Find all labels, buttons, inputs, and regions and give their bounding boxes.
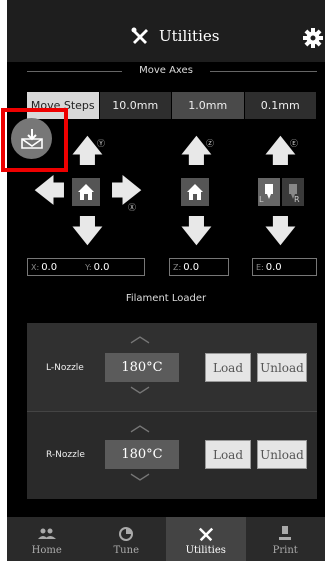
y-axis-label: Y: xyxy=(85,262,92,272)
e-readout: E: 0.0 xyxy=(252,258,317,276)
tab-home-label: Home xyxy=(31,545,62,556)
app-screen: Utilities Move Axes Move Steps 10.0mm 1.… xyxy=(7,0,325,561)
y-axis-marker: Ⓨ xyxy=(97,139,105,148)
r-unload-button[interactable]: Unload xyxy=(257,440,307,469)
tools-icon xyxy=(198,526,214,542)
extruder-right-label: R xyxy=(294,195,300,204)
tab-utilities[interactable]: Utilities xyxy=(166,517,246,561)
x-axis-label: X: xyxy=(31,262,40,272)
r-load-button[interactable]: Load xyxy=(205,440,251,469)
z-axis-marker: Ⓩ xyxy=(206,139,214,148)
l-nozzle-panel: ︿ L-Nozzle 180°C ﹀ Load Unload xyxy=(27,323,317,411)
step-selector: Move Steps 10.0mm 1.0mm 0.1mm xyxy=(27,92,317,119)
header-bar: Utilities xyxy=(7,0,325,62)
z-value: 0.0 xyxy=(183,261,200,273)
divider xyxy=(210,71,317,72)
temp-down-chevron-icon[interactable]: ﹀ xyxy=(130,386,150,406)
x-left-arrow-icon[interactable]: 🡄 xyxy=(34,177,65,207)
tab-print[interactable]: Print xyxy=(246,517,326,561)
people-icon xyxy=(37,526,57,542)
extruder-right-button[interactable]: R xyxy=(282,178,304,206)
tools-icon xyxy=(131,27,148,44)
extruder-left-button[interactable]: L xyxy=(258,178,280,206)
tab-tune-label: Tune xyxy=(113,545,139,556)
pie-icon xyxy=(119,526,134,542)
gear-icon[interactable] xyxy=(303,28,323,48)
r-nozzle-label: R-Nozzle xyxy=(46,450,85,460)
tab-home[interactable]: Home xyxy=(7,517,87,561)
r-nozzle-temp[interactable]: 180°C xyxy=(105,440,179,469)
temp-up-chevron-icon[interactable]: ︿ xyxy=(130,325,150,345)
tab-utilities-label: Utilities xyxy=(185,545,226,556)
l-nozzle-label: L-Nozzle xyxy=(46,363,84,373)
l-load-button[interactable]: Load xyxy=(205,353,251,382)
tab-bar: Home Tune Utilities Print xyxy=(7,517,325,561)
step-option-10mm[interactable]: 10.0mm xyxy=(99,92,172,119)
e-axis-marker: Ⓔ xyxy=(290,139,298,148)
z-home-button[interactable] xyxy=(181,178,209,206)
e-value: 0.0 xyxy=(265,261,282,273)
page-title: Utilities xyxy=(159,27,220,45)
highlight-box xyxy=(1,108,68,172)
z-down-arrow-icon[interactable]: 🡇 xyxy=(181,217,212,247)
y-down-arrow-icon[interactable]: 🡇 xyxy=(72,217,103,247)
home-icon xyxy=(78,184,94,200)
title-group: Utilities xyxy=(131,27,219,45)
tab-print-label: Print xyxy=(272,545,298,556)
print-icon xyxy=(278,526,292,542)
e-down-arrow-icon[interactable]: 🡇 xyxy=(265,217,296,247)
e-axis-label: E: xyxy=(256,262,264,272)
x-value: 0.0 xyxy=(41,261,58,273)
y-value: 0.0 xyxy=(93,261,110,273)
temp-up-chevron-icon[interactable]: ︿ xyxy=(130,414,150,434)
download-tray-icon xyxy=(20,128,43,149)
z-readout: Z: 0.0 xyxy=(169,258,229,276)
floating-action-button[interactable] xyxy=(11,118,52,159)
r-nozzle-panel: ︿ R-Nozzle 180°C ﹀ Load Unload xyxy=(27,411,317,499)
xy-readout: X: 0.0 Y: 0.0 xyxy=(27,258,145,276)
phone-frame: Utilities Move Axes Move Steps 10.0mm 1.… xyxy=(0,0,327,561)
xy-home-button[interactable] xyxy=(72,178,100,206)
step-option-0-1mm[interactable]: 0.1mm xyxy=(244,92,317,119)
filament-loader-title: Filament Loader xyxy=(125,293,207,304)
x-right-arrow-icon[interactable]: 🡆 xyxy=(111,177,142,207)
l-nozzle-temp[interactable]: 180°C xyxy=(105,353,179,382)
temp-down-chevron-icon[interactable]: ﹀ xyxy=(130,473,150,493)
step-option-1mm[interactable]: 1.0mm xyxy=(172,92,245,119)
x-axis-marker: Ⓧ xyxy=(128,203,136,212)
home-icon xyxy=(187,184,203,200)
z-axis-label: Z: xyxy=(173,262,182,272)
extruder-left-label: L xyxy=(259,195,264,204)
nozzle-icon xyxy=(265,184,273,199)
l-unload-button[interactable]: Unload xyxy=(257,353,307,382)
tab-tune[interactable]: Tune xyxy=(87,517,167,561)
